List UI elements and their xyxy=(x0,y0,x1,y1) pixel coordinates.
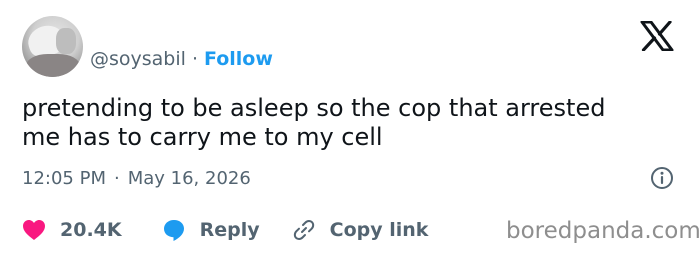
avatar-photo-part xyxy=(56,28,76,54)
avatar-photo-part xyxy=(26,54,80,77)
like-button[interactable]: 20.4K xyxy=(22,219,122,241)
x-logo-icon[interactable] xyxy=(640,21,674,51)
reply-label: Reply xyxy=(199,219,260,241)
tweet-timestamp[interactable]: 12:05 PM · May 16, 2026 xyxy=(22,166,251,190)
copy-link-label: Copy link xyxy=(329,219,429,241)
timestamp-separator: · xyxy=(113,167,120,189)
copy-link-button[interactable]: Copy link xyxy=(292,218,429,242)
speech-bubble-icon xyxy=(163,220,184,241)
avatar[interactable] xyxy=(22,16,83,77)
tweet-time: 12:05 PM xyxy=(22,167,106,189)
author-handle[interactable]: @soysabil xyxy=(90,48,186,70)
link-icon xyxy=(293,220,314,240)
follow-button[interactable]: Follow xyxy=(204,48,273,70)
info-icon[interactable] xyxy=(650,166,674,190)
heart-icon xyxy=(23,220,45,240)
author-row: @soysabil · Follow xyxy=(90,47,273,71)
handle-separator: · xyxy=(191,48,198,70)
tweet-date: May 16, 2026 xyxy=(127,167,251,189)
watermark: boredpanda.com xyxy=(506,218,700,244)
action-bar: 20.4K Reply Copy link xyxy=(22,216,460,244)
like-count: 20.4K xyxy=(60,219,122,241)
reply-button[interactable]: Reply xyxy=(162,218,260,242)
tweet-text: pretending to be asleep so the cop that … xyxy=(22,94,606,151)
